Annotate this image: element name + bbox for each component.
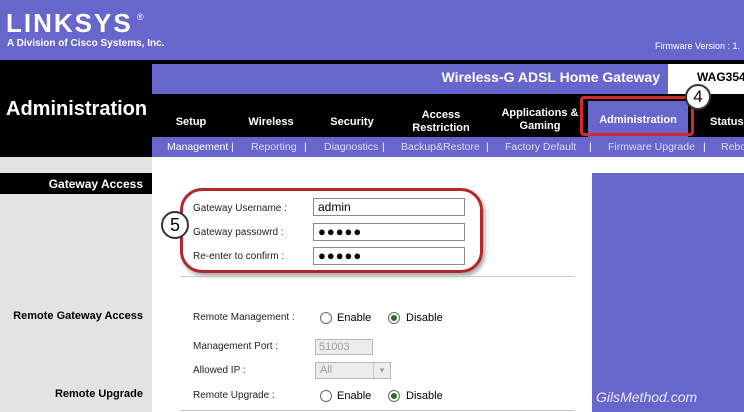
step-marker-4: 4 xyxy=(685,84,711,110)
remote-management-enable-radio[interactable] xyxy=(320,312,332,324)
section-divider xyxy=(180,276,574,277)
tab-applications-gaming[interactable]: Applications & Gaming xyxy=(501,107,579,133)
subnav-diagnostics[interactable]: Diagnostics xyxy=(324,141,378,153)
allowed-ip-label: Allowed IP : xyxy=(193,365,246,376)
highlight-administration-tab xyxy=(580,96,694,136)
right-panel-top-strip xyxy=(592,157,744,173)
remote-upgrade-disable-radio[interactable] xyxy=(388,390,400,402)
tab-setup[interactable]: Setup xyxy=(163,116,219,129)
subnav-reboot[interactable]: Rebo xyxy=(721,141,744,153)
registered-mark: ® xyxy=(137,12,144,22)
model-label: WAG354G xyxy=(697,70,744,84)
management-port-input[interactable]: 51003 xyxy=(315,339,373,355)
division-text: A Division of Cisco Systems, Inc. xyxy=(7,38,165,49)
page-title: Administration xyxy=(6,98,148,120)
subnav-backup-restore[interactable]: Backup&Restore xyxy=(401,141,480,153)
section-divider xyxy=(180,410,574,411)
subnav-firmware-upgrade[interactable]: Firmware Upgrade xyxy=(608,141,695,153)
gateway-username-input[interactable]: admin xyxy=(313,198,465,216)
gateway-username-label: Gateway Username : xyxy=(193,203,287,214)
tab-status[interactable]: Status xyxy=(710,116,744,129)
left-section-column xyxy=(0,157,152,412)
gateway-password-label: Gateway passowrd : xyxy=(193,227,284,238)
tab-access-restriction[interactable]: Access Restriction xyxy=(403,109,479,135)
subnav-separator: | xyxy=(304,141,307,153)
right-side-panel xyxy=(592,157,744,412)
remote-upgrade-label: Remote Upgrade : xyxy=(193,390,275,401)
subnav-separator: | xyxy=(231,141,234,153)
subnav-factory-default[interactable]: Factory Default xyxy=(505,141,576,153)
management-port-label: Management Port : xyxy=(193,341,279,352)
confirm-password-input[interactable]: ●●●●● xyxy=(313,247,465,265)
subnav-separator: | xyxy=(703,141,706,153)
remote-management-label: Remote Management : xyxy=(193,312,295,323)
tab-security[interactable]: Security xyxy=(323,116,381,129)
subnav-management[interactable]: Management xyxy=(167,141,228,153)
step-marker-5: 5 xyxy=(161,211,189,239)
subnav-separator: | xyxy=(382,141,385,153)
section-remote-upgrade: Remote Upgrade xyxy=(54,388,143,400)
remote-upgrade-disable-label: Disable xyxy=(406,390,443,402)
remote-management-disable-label: Disable xyxy=(406,312,443,324)
section-gateway-access: Gateway Access xyxy=(48,177,143,191)
firmware-version: Firmware Version : 1. xyxy=(655,41,741,51)
linksys-logo: LINKSYS xyxy=(6,8,133,38)
remote-management-disable-radio[interactable] xyxy=(388,312,400,324)
subnav-reporting[interactable]: Reporting xyxy=(251,141,297,153)
remote-upgrade-enable-label: Enable xyxy=(337,390,372,402)
remote-upgrade-enable-radio[interactable] xyxy=(320,390,332,402)
confirm-password-label: Re-enter to confirm : xyxy=(193,251,285,262)
subnav-separator: | xyxy=(589,141,592,153)
chevron-down-icon: ▼ xyxy=(373,363,390,378)
watermark: GilsMethod.com xyxy=(596,389,698,405)
gateway-password-input[interactable]: ●●●●● xyxy=(313,223,465,241)
remote-management-enable-label: Enable xyxy=(337,312,372,324)
tab-wireless[interactable]: Wireless xyxy=(241,116,301,129)
product-name: Wireless-G ADSL Home Gateway xyxy=(441,69,660,85)
subnav-separator: | xyxy=(486,141,489,153)
section-remote-gateway-access: Remote Gateway Access xyxy=(13,310,143,322)
